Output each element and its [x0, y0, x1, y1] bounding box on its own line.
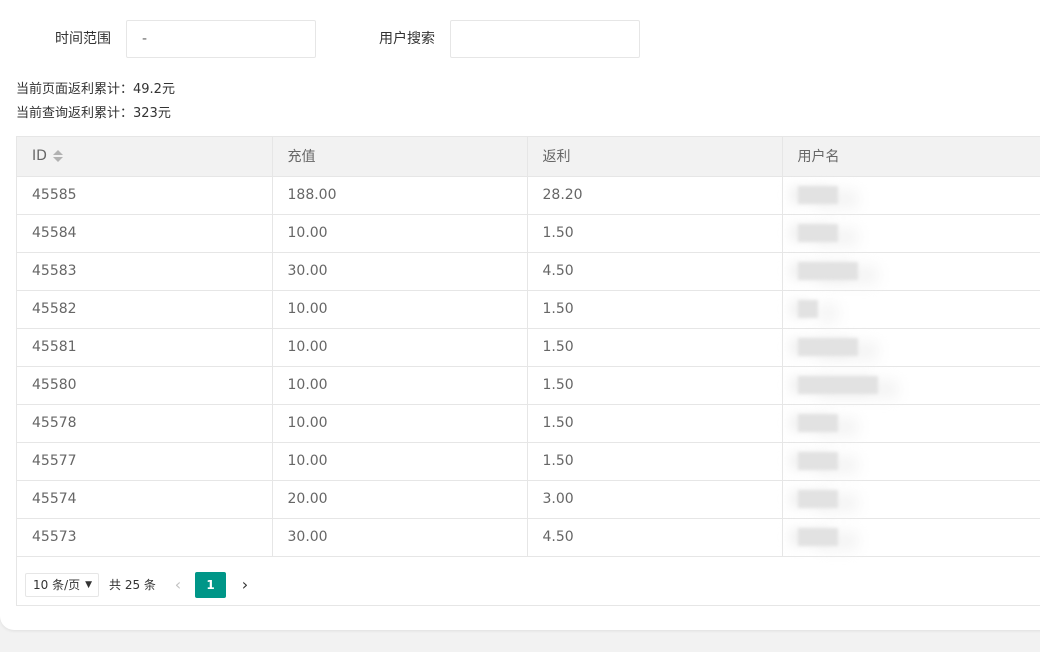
pagination: 10 条/页 ▼ 共 25 条 ‹ 1 ›: [17, 566, 1040, 606]
cell-username: [782, 176, 1040, 215]
cell-rebate: 3.00: [527, 480, 783, 519]
blurred-username: [797, 528, 838, 546]
filter-row: 时间范围 用户搜索: [0, 20, 1040, 58]
cell-rebate: 1.50: [527, 404, 783, 443]
cell-rebate: 4.50: [527, 518, 783, 557]
blurred-username: [797, 262, 858, 280]
next-page-icon[interactable]: ›: [234, 573, 256, 597]
page-size-select[interactable]: 10 条/页 ▼: [25, 573, 99, 597]
cell-username: [782, 290, 1040, 329]
cell-id: 45583: [17, 252, 273, 291]
cell-rebate: 4.50: [527, 252, 783, 291]
table-row: 45585 188.00 28.20: [17, 176, 1040, 215]
total-count: 共 25 条: [109, 578, 156, 592]
table-header-row: ID 充值 返利 用户名: [17, 137, 1040, 177]
cell-charge: 10.00: [272, 328, 528, 367]
cell-username: [782, 214, 1040, 253]
cell-rebate: 1.50: [527, 328, 783, 367]
table-row: 45582 10.00 1.50: [17, 290, 1040, 329]
cell-id: 45573: [17, 518, 273, 557]
cell-charge: 10.00: [272, 214, 528, 253]
cell-username: [782, 252, 1040, 291]
page-size-value: 10 条/页: [33, 578, 81, 592]
content-card: 时间范围 用户搜索 当前页面返利累计：49.2元 当前查询返利累计：323元 I…: [0, 0, 1040, 630]
blurred-username: [797, 452, 838, 470]
cell-id: 45574: [17, 480, 273, 519]
cell-id: 45581: [17, 328, 273, 367]
cell-id: 45577: [17, 442, 273, 481]
cell-id: 45578: [17, 404, 273, 443]
cell-id: 45584: [17, 214, 273, 253]
cell-charge: 10.00: [272, 290, 528, 329]
data-table: ID 充值 返利 用户名 45585 188.00 28.20 45584 10.00 1…: [16, 136, 1040, 606]
cell-charge: 30.00: [272, 518, 528, 557]
blurred-username: [797, 414, 838, 432]
cell-id: 45585: [17, 176, 273, 215]
blurred-username: [797, 376, 878, 394]
page-rebate-summary: 当前页面返利累计：49.2元: [16, 82, 175, 97]
cell-charge: 10.00: [272, 442, 528, 481]
user-search-label: 用户搜索: [379, 31, 435, 47]
cell-charge: 20.00: [272, 480, 528, 519]
cell-rebate: 1.50: [527, 366, 783, 405]
sort-icon[interactable]: [52, 149, 63, 163]
cell-rebate: 28.20: [527, 176, 783, 215]
cell-username: [782, 518, 1040, 557]
table-row: 45583 30.00 4.50: [17, 252, 1040, 291]
time-range-input[interactable]: [126, 20, 316, 58]
column-header-label: 用户名: [797, 149, 840, 166]
cell-id: 45580: [17, 366, 273, 405]
column-header-label: ID: [32, 148, 47, 165]
blurred-username: [797, 224, 838, 242]
cell-rebate: 1.50: [527, 214, 783, 253]
blurred-username: [797, 490, 838, 508]
cell-username: [782, 442, 1040, 481]
dropdown-arrow-icon: ▼: [85, 580, 92, 590]
column-header-rebate: 返利: [527, 137, 783, 177]
cell-id: 45582: [17, 290, 273, 329]
cell-username: [782, 328, 1040, 367]
cell-charge: 10.00: [272, 366, 528, 405]
table-row: 45574 20.00 3.00: [17, 480, 1040, 519]
table-body: 45585 188.00 28.20 45584 10.00 1.50 45583 30.00…: [17, 176, 1040, 557]
blurred-username: [797, 338, 858, 356]
cell-charge: 10.00: [272, 404, 528, 443]
column-header-id[interactable]: ID: [17, 137, 273, 177]
query-rebate-summary: 当前查询返利累计：323元: [16, 106, 171, 121]
table-row: 45573 30.00 4.50: [17, 518, 1040, 557]
blurred-username: [797, 186, 838, 204]
table-row: 45580 10.00 1.50: [17, 366, 1040, 405]
cell-username: [782, 404, 1040, 443]
cell-charge: 30.00: [272, 252, 528, 291]
table-row: 45584 10.00 1.50: [17, 214, 1040, 253]
cell-rebate: 1.50: [527, 442, 783, 481]
column-header-label: 充值: [287, 149, 316, 166]
cell-username: [782, 366, 1040, 405]
user-search-input[interactable]: [450, 20, 640, 58]
column-header-label: 返利: [542, 149, 571, 166]
prev-page-icon[interactable]: ‹: [167, 573, 189, 597]
table-row: 45578 10.00 1.50: [17, 404, 1040, 443]
cell-rebate: 1.50: [527, 290, 783, 329]
column-header-charge: 充值: [272, 137, 528, 177]
cell-charge: 188.00: [272, 176, 528, 215]
blurred-username: [797, 300, 818, 318]
table-row: 45581 10.00 1.50: [17, 328, 1040, 367]
cell-username: [782, 480, 1040, 519]
page-button-current[interactable]: 1: [195, 572, 226, 598]
column-header-username: 用户名: [782, 137, 1040, 177]
table-row: 45577 10.00 1.50: [17, 442, 1040, 481]
time-range-label: 时间范围: [55, 31, 111, 47]
